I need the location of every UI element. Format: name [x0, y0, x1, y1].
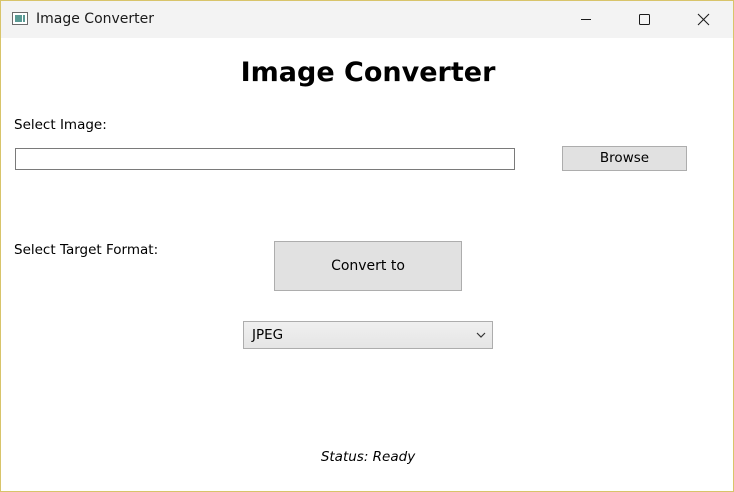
title-bar[interactable]: Image Converter [1, 1, 733, 38]
maximize-button[interactable] [621, 1, 667, 38]
select-format-label: Select Target Format: [14, 242, 159, 258]
status-text: Status: Ready [320, 449, 416, 465]
app-window-icon [12, 12, 28, 25]
maximize-icon [639, 14, 650, 25]
select-image-label: Select Image: [14, 117, 107, 133]
close-button[interactable] [679, 1, 725, 38]
app-window: Image Converter Image Converter Select I… [0, 0, 734, 492]
minimize-icon [581, 19, 591, 20]
browse-button[interactable]: Browse [562, 146, 687, 171]
convert-button[interactable]: Convert to [274, 241, 462, 291]
format-select[interactable]: JPEG [243, 321, 493, 349]
chevron-down-icon [476, 332, 486, 338]
close-icon [697, 13, 710, 26]
window-title: Image Converter [36, 11, 155, 27]
format-select-value: JPEG [252, 327, 284, 343]
page-title: Image Converter [240, 57, 496, 88]
image-path-input[interactable] [15, 148, 515, 170]
minimize-button[interactable] [563, 1, 609, 38]
